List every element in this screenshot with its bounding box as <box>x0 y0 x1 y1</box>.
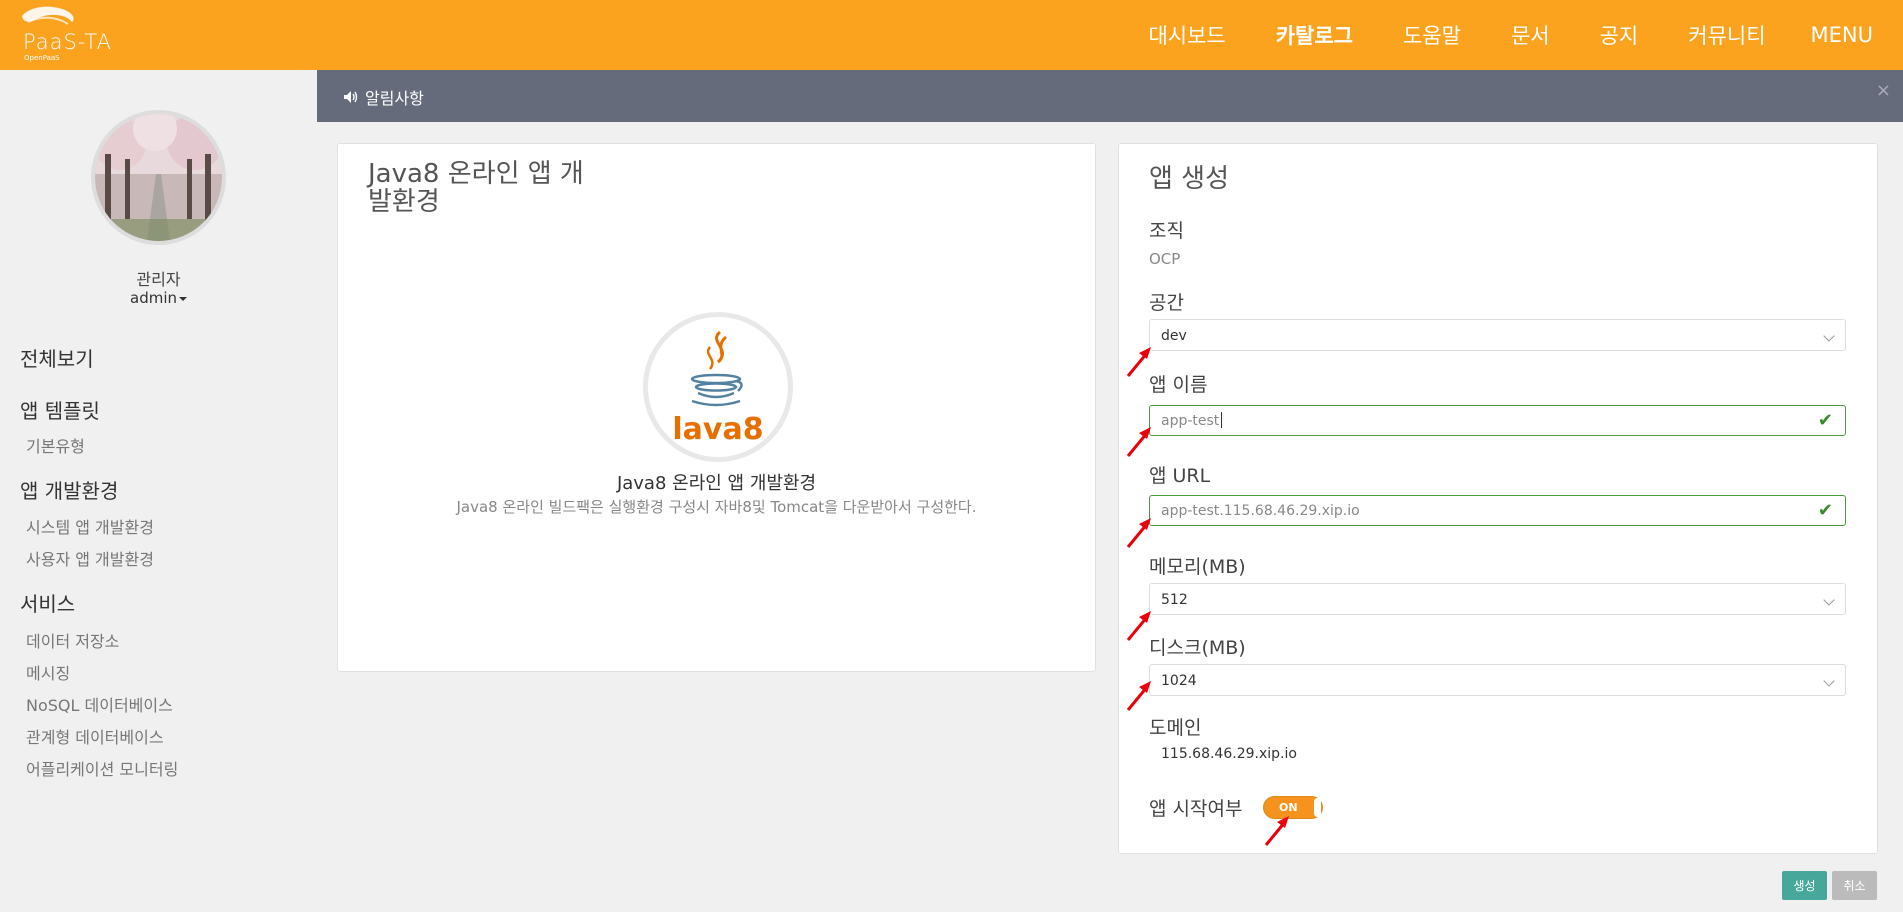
memory-label: 메모리(MB) <box>1149 556 1246 578</box>
java8-logo-text: lava8 <box>672 412 763 447</box>
buildpack-info-panel: Java8 온라인 앱 개 발환경 lava8 Java8 온라인 앱 개발환경… <box>337 143 1096 672</box>
side-item-monitoring[interactable]: 어플리케이션 모니터링 <box>26 756 178 780</box>
org-label: 조직 <box>1149 220 1184 242</box>
side-app-template[interactable]: 앱 템플릿 <box>20 395 100 424</box>
side-all[interactable]: 전체보기 <box>20 343 94 372</box>
org-value: OCP <box>1149 250 1181 268</box>
chevron-down-icon <box>1823 330 1835 342</box>
side-item-messaging[interactable]: 메시징 <box>26 660 70 684</box>
toggle-knob <box>1314 798 1321 817</box>
check-icon: ✔ <box>1817 500 1833 521</box>
side-item-rdb[interactable]: 관계형 데이터베이스 <box>26 724 164 748</box>
disk-select[interactable]: 1024 <box>1149 664 1846 696</box>
space-select[interactable]: dev <box>1149 319 1846 351</box>
side-app-dev-env[interactable]: 앱 개발환경 <box>20 475 118 504</box>
side-item-data-storage[interactable]: 데이터 저장소 <box>26 628 119 652</box>
buildpack-title: Java8 온라인 앱 개 발환경 <box>368 160 584 216</box>
main-nav: 대시보드 카탈로그 도움말 문서 공지 커뮤니티 MENU <box>1123 0 1903 70</box>
nav-community[interactable]: 커뮤니티 <box>1663 20 1790 50</box>
space-label: 공간 <box>1149 292 1184 314</box>
domain-label: 도메인 <box>1149 717 1202 739</box>
notice-text: 알림사항 <box>365 89 424 108</box>
nav-dashboard[interactable]: 대시보드 <box>1123 20 1250 50</box>
annotation-arrow-icon <box>1126 427 1151 457</box>
user-role: 관리자 <box>136 270 181 289</box>
menu-button[interactable]: MENU <box>1791 23 1903 47</box>
logo-text: PaaS-TA <box>23 30 113 54</box>
side-services[interactable]: 서비스 <box>20 588 75 617</box>
disk-label: 디스크(MB) <box>1149 637 1246 659</box>
app-create-form: 앱 생성 조직 OCP 공간 dev 앱 이름 app-test ✔ 앱 URL… <box>1118 143 1878 854</box>
buildpack-description: Java8 온라인 빌드팩은 실행환경 구성시 자바8및 Tomcat을 다운받… <box>456 498 977 516</box>
java8-logo: lava8 <box>643 312 793 462</box>
java-cup-icon: lava8 <box>672 330 764 447</box>
annotation-arrow-icon <box>1126 347 1151 377</box>
logo-swoosh-icon <box>22 6 74 25</box>
app-url-value: app-test.115.68.46.29.xip.io <box>1161 503 1360 519</box>
user-menu[interactable]: admin <box>0 289 317 307</box>
start-label: 앱 시작여부 <box>1149 798 1243 820</box>
nav-help[interactable]: 도움말 <box>1378 20 1486 50</box>
nav-docs[interactable]: 문서 <box>1486 20 1575 50</box>
app-name-value: app-test <box>1161 413 1220 429</box>
sidebar: 관리자 admin 전체보기 앱 템플릿 기본유형 앱 개발환경 시스템 앱 개… <box>0 70 317 912</box>
side-item-user-dev[interactable]: 사용자 앱 개발환경 <box>26 546 154 570</box>
avatar-image <box>95 114 222 241</box>
app-url-input[interactable]: app-test.115.68.46.29.xip.io ✔ <box>1149 495 1846 526</box>
form-title: 앱 생성 <box>1149 164 1230 194</box>
paas-ta-logo[interactable]: PaaS-TA OpenPaaS <box>20 4 130 66</box>
memory-value: 512 <box>1161 592 1188 608</box>
speaker-icon <box>344 91 358 103</box>
chevron-down-icon <box>1823 675 1835 687</box>
memory-select[interactable]: 512 <box>1149 583 1846 615</box>
buildpack-title-line2: 발환경 <box>368 187 440 217</box>
annotation-arrow-icon <box>1264 816 1289 846</box>
logo-subtext: OpenPaaS <box>24 54 60 62</box>
avatar[interactable] <box>91 110 226 245</box>
annotation-arrow-icon <box>1126 681 1151 711</box>
caret-down-icon <box>179 296 187 301</box>
create-button[interactable]: 생성 <box>1782 871 1827 900</box>
annotation-arrow-icon <box>1126 518 1151 548</box>
side-item-system-dev[interactable]: 시스템 앱 개발환경 <box>26 514 154 538</box>
buildpack-caption: Java8 온라인 앱 개발환경 <box>616 473 817 494</box>
annotation-arrow-icon <box>1126 611 1151 641</box>
top-header: PaaS-TA OpenPaaS 대시보드 카탈로그 도움말 문서 공지 커뮤니… <box>0 0 1903 70</box>
chevron-down-icon <box>1823 594 1835 606</box>
cancel-button[interactable]: 취소 <box>1832 871 1877 900</box>
nav-notice[interactable]: 공지 <box>1575 20 1664 50</box>
notice-label[interactable]: 알림사항 <box>343 85 424 109</box>
nav-catalog[interactable]: 카탈로그 <box>1251 20 1378 50</box>
side-item-nosql[interactable]: NoSQL 데이터베이스 <box>26 692 173 716</box>
user-name: admin <box>130 289 177 307</box>
app-url-label: 앱 URL <box>1149 465 1211 487</box>
space-value: dev <box>1161 328 1187 344</box>
domain-value: 115.68.46.29.xip.io <box>1161 746 1297 762</box>
text-cursor <box>1221 412 1222 428</box>
disk-value: 1024 <box>1161 673 1197 689</box>
app-name-label: 앱 이름 <box>1149 374 1208 396</box>
notice-bar: 알림사항 × <box>317 70 1903 122</box>
buildpack-title-line1: Java8 온라인 앱 개 <box>368 159 584 189</box>
check-icon: ✔ <box>1817 410 1833 431</box>
side-item-basic[interactable]: 기본유형 <box>26 433 85 457</box>
app-name-input[interactable]: app-test ✔ <box>1149 405 1846 436</box>
notice-close-icon[interactable]: × <box>1876 80 1891 101</box>
